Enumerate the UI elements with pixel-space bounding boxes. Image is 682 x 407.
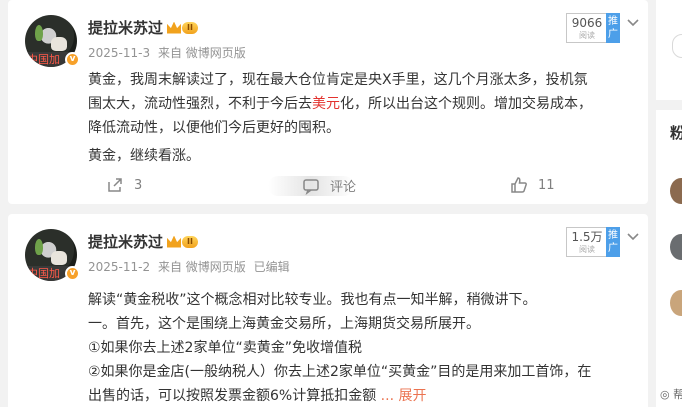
edited-label[interactable]: 已编辑 [254, 260, 290, 274]
sidebar-avatar[interactable] [670, 178, 682, 204]
like-button[interactable]: 11 [510, 176, 555, 194]
thumbs-up-icon [511, 177, 527, 193]
repost-button[interactable]: 3 [106, 176, 142, 194]
level-badge: II [182, 21, 198, 34]
promote-button[interactable]: 推广 [606, 227, 620, 257]
right-sidebar: 粉 ◎ 帮 [656, 0, 682, 407]
crown-icon[interactable]: II [167, 235, 198, 249]
post-source: 来自 微博网页版 [157, 260, 246, 274]
like-count: 11 [538, 177, 555, 193]
content-line: 降低流动性，以便他们今后更好的囤积。 [88, 120, 340, 136]
chevron-down-icon[interactable] [626, 230, 640, 244]
action-bar: 3 评论 11 [8, 172, 648, 198]
content-line: ①如果你去上述2家单位“卖黄金”免收增值税 [88, 340, 362, 356]
post-meta: 2025-11-3 来自 微博网页版 [88, 44, 246, 61]
avatar-figure [51, 37, 67, 51]
help-link[interactable]: ◎ 帮 [660, 386, 682, 402]
comment-label: 评论 [330, 180, 357, 195]
sidebar-avatar[interactable] [670, 234, 682, 260]
read-count: 9066 [571, 16, 603, 30]
level-badge: II [182, 235, 198, 248]
crown-icon[interactable]: II [167, 21, 198, 35]
sidebar-avatar[interactable] [670, 290, 682, 316]
author-name-row: 提拉米苏过 II [88, 231, 198, 252]
verified-icon: v [65, 52, 80, 67]
author-name[interactable]: 提拉米苏过 [88, 231, 163, 252]
author-name[interactable]: 提拉米苏过 [88, 17, 163, 38]
post-source: 来自 微博网页版 [157, 46, 246, 60]
post-card: 中国加 v 提拉米苏过 II 2025-11-2 来自 微博网页版 已编辑 1.… [8, 214, 648, 407]
comment-icon [303, 178, 319, 195]
avatar-plant [35, 25, 43, 41]
content-line: ②如果你是金店(一般纳税人）你去上述2家单位“买黄金”目的是用来加工首饰，在 [88, 364, 592, 380]
comment-button[interactable]: 评论 [302, 176, 356, 195]
content-line: 黄金，我周末解读过了，现在最大仓位肯定是央X手里，这几个月涨太多，投机氛 [88, 72, 588, 88]
read-label: 阅读 [579, 31, 595, 40]
post-content: 黄金，我周末解读过了，现在最大仓位肯定是央X手里，这几个月涨太多，投机氛 围太大… [88, 68, 634, 168]
highlight-text: 美元 [312, 96, 340, 112]
verified-icon: v [65, 266, 80, 281]
content-line: 围太大，流动性强烈，不利于今后去美元化，所以出台这个规则。增加交易成本， [88, 96, 592, 112]
content-line: 黄金，继续看涨。 [88, 148, 200, 164]
avatar-figure [51, 251, 67, 265]
chevron-down-icon[interactable] [626, 16, 640, 30]
promote-button[interactable]: 推广 [606, 13, 620, 43]
content-line: 一。首先，这个是围绕上海黄金交易所，上海期货交易所展开。 [88, 316, 480, 332]
post-content: 解读“黄金税收”这个概念相对比较专业。我也有点一知半解，稍微讲下。 一。首先，这… [88, 288, 634, 407]
fans-heading: 粉 [670, 124, 682, 142]
read-count-box: 1.5万 阅读 [566, 227, 608, 257]
repost-icon [108, 178, 122, 192]
sidebar-gap [656, 100, 682, 110]
repost-count: 3 [134, 177, 143, 193]
author-name-row: 提拉米苏过 II [88, 17, 198, 38]
avatar-plant [35, 239, 43, 255]
expand-link[interactable]: ... 展开 [381, 388, 427, 404]
post-date[interactable]: 2025-11-2 [88, 260, 150, 274]
read-count-box: 9066 阅读 [566, 13, 608, 43]
content-line: 解读“黄金税收”这个概念相对比较专业。我也有点一知半解，稍微讲下。 [88, 292, 537, 308]
content-line: 出售的话，可以按照发票金额6%计算抵扣金额 ... 展开 [88, 388, 427, 404]
post-meta: 2025-11-2 来自 微博网页版 已编辑 [88, 258, 290, 275]
read-count: 1.5万 [571, 230, 603, 244]
sidebar-ring [672, 34, 682, 58]
post-date[interactable]: 2025-11-3 [88, 46, 150, 60]
read-label: 阅读 [579, 245, 595, 254]
post-card: 中国加 v 提拉米苏过 II 2025-11-3 来自 微博网页版 9066 阅… [8, 0, 648, 204]
